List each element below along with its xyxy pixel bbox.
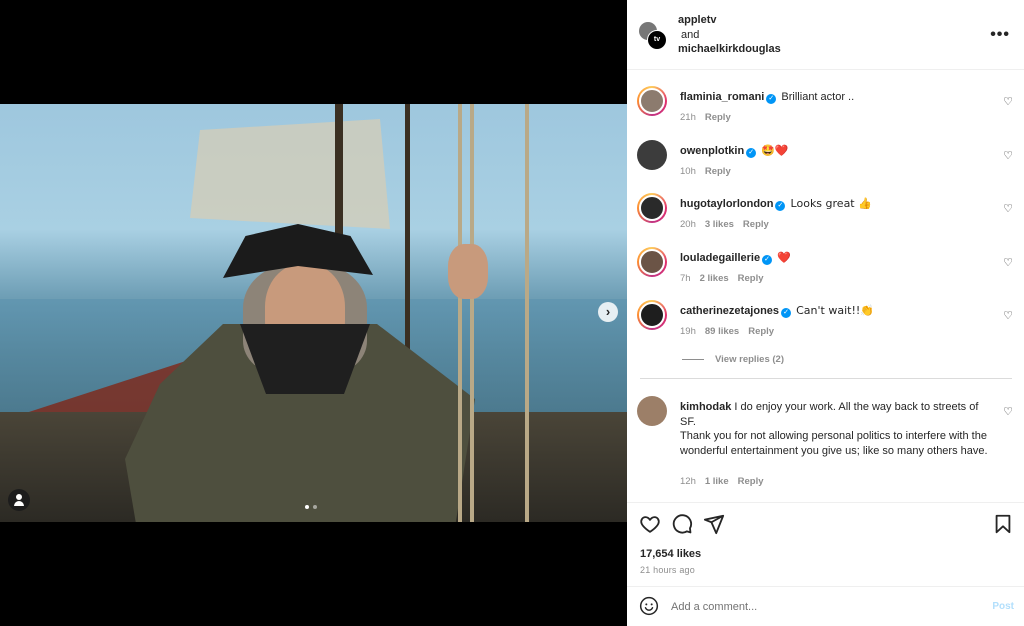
verified-icon: ✓: [762, 255, 773, 265]
view-replies-label: View replies (2): [715, 354, 784, 365]
photo-rope: [458, 104, 462, 522]
carousel-dot: [313, 505, 317, 509]
chevron-right-icon: ›: [605, 304, 611, 319]
comment-likes[interactable]: 2 likes: [700, 273, 729, 284]
comment-username[interactable]: flaminia_romani: [680, 91, 764, 103]
avatar[interactable]: [637, 300, 667, 330]
collab-avatars[interactable]: tv: [639, 22, 667, 50]
emoji-icon[interactable]: [639, 596, 659, 616]
post-header: tv appletv and michaelkirkdouglas •••: [627, 0, 1024, 70]
comment-text: ❤️: [777, 251, 791, 264]
username-appletv[interactable]: appletv: [678, 13, 781, 28]
username-michaelkirkdouglas[interactable]: michaelkirkdouglas: [678, 42, 781, 57]
avatar[interactable]: [637, 396, 667, 426]
comment-text-continued: Thank you for not allowing personal poli…: [680, 430, 988, 457]
save-bookmark-icon[interactable]: [992, 513, 1014, 535]
and-label: and: [681, 28, 700, 41]
next-slide-button[interactable]: ›: [598, 302, 618, 322]
comment-username[interactable]: kimhodak: [680, 401, 731, 413]
reply-button[interactable]: Reply: [738, 476, 764, 487]
more-options-button[interactable]: •••: [990, 26, 1010, 44]
share-send-icon[interactable]: [703, 513, 725, 535]
likes-count[interactable]: 17,654 likes: [640, 548, 701, 560]
like-heart-icon[interactable]: [639, 513, 661, 535]
photo-hand: [448, 244, 488, 299]
comment-time[interactable]: 10h: [680, 166, 696, 177]
like-comment-heart-icon[interactable]: ♡: [1003, 95, 1013, 108]
avatar[interactable]: [637, 247, 667, 277]
carousel-dot-active: [305, 505, 309, 509]
verified-icon: ✓: [781, 308, 792, 318]
like-comment-heart-icon[interactable]: ♡: [1003, 405, 1013, 418]
replies-line: [682, 359, 704, 360]
verified-icon: ✓: [766, 94, 777, 104]
like-comment-heart-icon[interactable]: ♡: [1003, 309, 1013, 322]
comment-username[interactable]: catherinezetajones: [680, 305, 779, 317]
reply-button[interactable]: Reply: [705, 166, 731, 177]
verified-icon: ✓: [746, 148, 757, 158]
comments-list[interactable]: flaminia_romani ✓ Brilliant actor .. 21h R…: [627, 70, 1024, 502]
reply-button[interactable]: Reply: [743, 219, 769, 230]
comment-bubble-icon[interactable]: [671, 513, 693, 535]
post-time-ago[interactable]: 21 hours ago: [640, 565, 695, 575]
comment-text: 🤩❤️: [761, 144, 789, 157]
like-comment-heart-icon[interactable]: ♡: [1003, 149, 1013, 162]
post-photo[interactable]: [0, 104, 627, 522]
comment-text: Looks great 👍: [790, 197, 872, 210]
comment-text: Brilliant actor ..: [781, 91, 855, 103]
photo-figure: [75, 204, 505, 522]
avatar[interactable]: [637, 86, 667, 116]
comment-username[interactable]: louladegaillerie: [680, 252, 760, 264]
comment-time[interactable]: 7h: [680, 273, 691, 284]
reply-button[interactable]: Reply: [738, 273, 764, 284]
like-comment-heart-icon[interactable]: ♡: [1003, 202, 1013, 215]
like-comment-heart-icon[interactable]: ♡: [1003, 256, 1013, 269]
comment-time[interactable]: 19h: [680, 326, 696, 337]
post-media: ›: [0, 0, 627, 626]
comment-time[interactable]: 21h: [680, 112, 696, 123]
user-icon: [16, 494, 22, 500]
comment-username[interactable]: hugotaylorlondon: [680, 198, 773, 210]
reply-button[interactable]: Reply: [705, 112, 731, 123]
post-actions: 17,654 likes 21 hours ago: [627, 502, 1024, 586]
divider: [640, 378, 1012, 379]
collab-names: appletv and michaelkirkdouglas: [678, 13, 781, 57]
verified-icon: ✓: [775, 201, 786, 211]
avatar-appletv[interactable]: tv: [647, 30, 667, 50]
carousel-dots: [305, 505, 317, 509]
comment-text: Can't wait!!👏: [796, 304, 874, 317]
add-comment-bar: Post: [627, 586, 1024, 626]
post-side-panel: tv appletv and michaelkirkdouglas ••• fl…: [627, 0, 1024, 626]
comment-time[interactable]: 12h: [680, 476, 696, 487]
comment-time[interactable]: 20h: [680, 219, 696, 230]
comment-username[interactable]: owenplotkin: [680, 145, 744, 157]
view-replies-button[interactable]: View replies (2): [682, 354, 784, 365]
avatar[interactable]: [637, 193, 667, 223]
comment-likes[interactable]: 89 likes: [705, 326, 739, 337]
photo-rope: [470, 104, 474, 522]
comment-likes[interactable]: 3 likes: [705, 219, 734, 230]
avatar[interactable]: [637, 140, 667, 170]
comment-likes[interactable]: 1 like: [705, 476, 729, 487]
add-comment-input[interactable]: [671, 597, 971, 617]
tagged-users-button[interactable]: [8, 489, 30, 511]
photo-rope: [525, 104, 529, 522]
reply-button[interactable]: Reply: [748, 326, 774, 337]
post-comment-button[interactable]: Post: [992, 601, 1014, 612]
